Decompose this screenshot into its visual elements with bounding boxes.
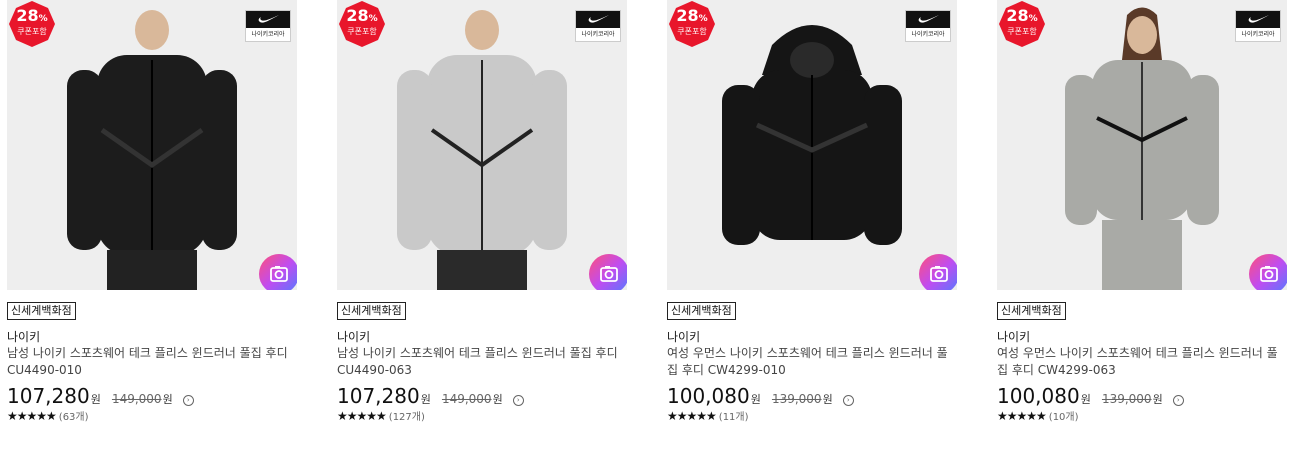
info-circle-icon[interactable]: ›	[182, 395, 194, 406]
product-image[interactable]: 28% 쿠폰포함 나이키코리아	[667, 0, 957, 290]
product-name[interactable]: 여성 우먼스 나이키 스포츠웨어 테크 플리스 윈드러너 풀집 후디 CW429…	[997, 345, 1287, 379]
original-price: 149,000	[111, 392, 162, 406]
discount-badge: 28% 쿠폰포함	[998, 0, 1046, 48]
info-circle-icon[interactable]: ›	[842, 395, 854, 406]
discount-value: 28	[676, 6, 699, 25]
product-name[interactable]: 남성 나이키 스포츠웨어 테크 플리스 윈드러너 풀집 후디 CU4490-01…	[7, 345, 297, 379]
rating-row: ★★★★★ (11개)	[667, 409, 957, 425]
info-circle-icon[interactable]: ›	[1172, 395, 1184, 406]
currency-label: 원	[822, 393, 833, 406]
store-badge: 신세계백화점	[337, 302, 406, 320]
product-card[interactable]: 28% 쿠폰포함 나이키코리아 신세계백화점 나이키 여성 우먼스 나이키 스포…	[997, 0, 1287, 425]
product-card[interactable]: 28% 쿠폰포함 나이키코리아 신세계백화점 나이키 남성 나이키 스포츠웨어 …	[7, 0, 297, 425]
camera-search-button[interactable]	[589, 254, 627, 290]
review-count[interactable]: (10개)	[1049, 412, 1079, 423]
discount-badge: 28% 쿠폰포함	[8, 0, 56, 48]
coupon-label: 쿠폰포함	[347, 27, 377, 36]
product-brand[interactable]: 나이키	[337, 329, 627, 345]
product-image[interactable]: 28% 쿠폰포함 나이키코리아	[7, 0, 297, 290]
store-badge: 신세계백화점	[667, 302, 736, 320]
star-rating: ★★★★★	[997, 409, 1047, 423]
product-grid: 28% 쿠폰포함 나이키코리아 신세계백화점 나이키 남성 나이키 스포츠웨어 …	[0, 0, 1289, 456]
review-count[interactable]: (63개)	[59, 412, 89, 423]
store-badge: 신세계백화점	[997, 302, 1066, 320]
store-badge: 신세계백화점	[7, 302, 76, 320]
brand-logo: 나이키코리아	[575, 10, 621, 42]
price-row: 100,080원 139,000원 ›	[667, 384, 957, 408]
coupon-label: 쿠폰포함	[17, 27, 47, 36]
camera-search-icon	[270, 266, 288, 282]
product-brand[interactable]: 나이키	[997, 329, 1287, 345]
currency-label: 원	[1152, 393, 1163, 406]
brand-logo: 나이키코리아	[1235, 10, 1281, 42]
product-image[interactable]: 28% 쿠폰포함 나이키코리아	[337, 0, 627, 290]
currency-label: 원	[492, 393, 503, 406]
camera-search-icon	[1260, 266, 1278, 282]
star-rating: ★★★★★	[667, 409, 717, 423]
star-rating: ★★★★★	[7, 409, 57, 423]
rating-row: ★★★★★ (127개)	[337, 409, 627, 425]
brand-logo: 나이키코리아	[905, 10, 951, 42]
coupon-label: 쿠폰포함	[677, 27, 707, 36]
info-circle-icon[interactable]: ›	[512, 395, 524, 406]
product-image[interactable]: 28% 쿠폰포함 나이키코리아	[997, 0, 1287, 290]
product-name[interactable]: 남성 나이키 스포츠웨어 테크 플리스 윈드러너 풀집 후디 CU4490-06…	[337, 345, 627, 379]
original-price: 149,000	[441, 392, 492, 406]
discount-value: 28	[16, 6, 39, 25]
price-row: 107,280원 149,000원 ›	[337, 384, 627, 408]
star-rating: ★★★★★	[337, 409, 387, 423]
original-price: 139,000	[771, 392, 822, 406]
camera-search-icon	[930, 266, 948, 282]
brand-logo: 나이키코리아	[245, 10, 291, 42]
camera-search-icon	[600, 266, 618, 282]
brand-logo-label: 나이키코리아	[581, 31, 615, 38]
discount-value: 28	[1006, 6, 1029, 25]
rating-row: ★★★★★ (10개)	[997, 409, 1287, 425]
camera-search-button[interactable]	[919, 254, 957, 290]
product-brand[interactable]: 나이키	[7, 329, 297, 345]
sale-price: 100,080	[667, 384, 750, 408]
brand-logo-label: 나이키코리아	[911, 31, 945, 38]
discount-badge: 28% 쿠폰포함	[338, 0, 386, 48]
product-card[interactable]: 28% 쿠폰포함 나이키코리아 신세계백화점 나이키 남성 나이키 스포츠웨어 …	[337, 0, 627, 425]
nike-swoosh-icon	[918, 15, 939, 23]
coupon-label: 쿠폰포함	[1007, 27, 1037, 36]
product-card[interactable]: 28% 쿠폰포함 나이키코리아 신세계백화점 나이키 여성 우먼스 나이키 스포…	[667, 0, 957, 425]
camera-search-button[interactable]	[259, 254, 297, 290]
nike-swoosh-icon	[588, 15, 609, 23]
price-row: 100,080원 139,000원 ›	[997, 384, 1287, 408]
brand-logo-label: 나이키코리아	[251, 31, 285, 38]
currency-label: 원	[1080, 393, 1091, 406]
currency-label: 원	[90, 393, 101, 406]
sale-price: 107,280	[7, 384, 90, 408]
original-price: 139,000	[1101, 392, 1152, 406]
product-brand[interactable]: 나이키	[667, 329, 957, 345]
currency-label: 원	[420, 393, 431, 406]
currency-label: 원	[750, 393, 761, 406]
camera-search-button[interactable]	[1249, 254, 1287, 290]
nike-swoosh-icon	[1248, 15, 1269, 23]
rating-row: ★★★★★ (63개)	[7, 409, 297, 425]
product-name[interactable]: 여성 우먼스 나이키 스포츠웨어 테크 플리스 윈드러너 풀집 후디 CW429…	[667, 345, 957, 379]
brand-logo-label: 나이키코리아	[1241, 31, 1275, 38]
sale-price: 107,280	[337, 384, 420, 408]
discount-value: 28	[346, 6, 369, 25]
price-row: 107,280원 149,000원 ›	[7, 384, 297, 408]
sale-price: 100,080	[997, 384, 1080, 408]
review-count[interactable]: (127개)	[389, 412, 425, 423]
nike-swoosh-icon	[258, 15, 279, 23]
review-count[interactable]: (11개)	[719, 412, 749, 423]
discount-badge: 28% 쿠폰포함	[668, 0, 716, 48]
currency-label: 원	[162, 393, 173, 406]
